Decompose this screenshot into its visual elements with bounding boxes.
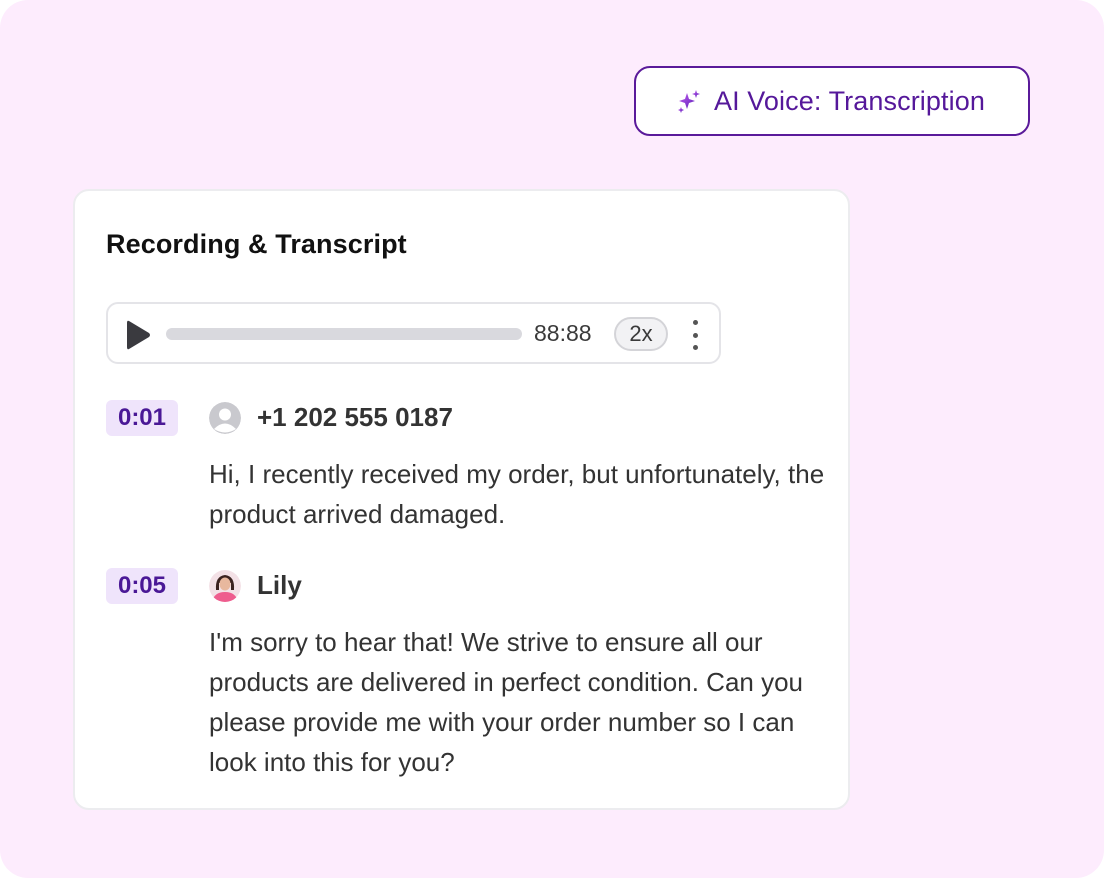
ai-voice-transcription-badge[interactable]: AI Voice: Transcription bbox=[634, 66, 1030, 136]
avatar bbox=[209, 570, 241, 602]
badge-label: AI Voice: Transcription bbox=[714, 85, 985, 116]
sparkles-icon bbox=[678, 90, 700, 113]
more-vertical-icon[interactable] bbox=[686, 320, 704, 350]
duration-label: 88:88 bbox=[534, 320, 592, 346]
transcript-entry: 0:05 Lily I'm sorry to hear that! We str… bbox=[106, 568, 826, 788]
timestamp-badge[interactable]: 0:01 bbox=[106, 400, 178, 436]
page-background: AI Voice: Transcription Recording & Tran… bbox=[0, 0, 1104, 878]
speaker-name: +1 202 555 0187 bbox=[257, 402, 453, 432]
play-icon[interactable] bbox=[124, 318, 152, 352]
speaker-name: Lily bbox=[257, 570, 302, 600]
default-user-icon bbox=[209, 402, 241, 434]
transcript-message: Hi, I recently received my order, but un… bbox=[209, 459, 825, 529]
progress-bar[interactable] bbox=[166, 328, 522, 340]
recording-transcript-card: Recording & Transcript 88:88 2x 0:01 +1 … bbox=[73, 189, 850, 810]
playback-speed-button[interactable]: 2x bbox=[614, 317, 668, 351]
transcript-entry: 0:01 +1 202 555 0187 Hi, I recently rece… bbox=[106, 400, 826, 530]
card-title: Recording & Transcript bbox=[106, 229, 407, 259]
timestamp-badge[interactable]: 0:05 bbox=[106, 568, 178, 604]
transcript-message: I'm sorry to hear that! We strive to ens… bbox=[209, 627, 804, 777]
audio-player: 88:88 2x bbox=[106, 302, 721, 364]
